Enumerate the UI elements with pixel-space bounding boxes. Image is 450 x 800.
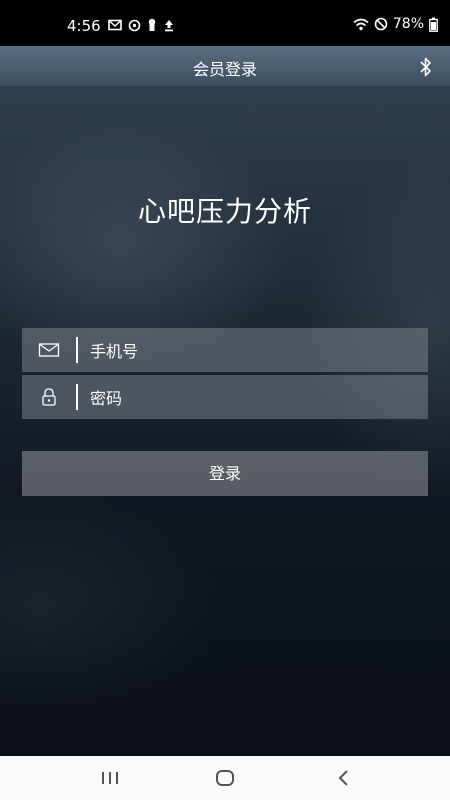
app-bar: 会员登录 (0, 46, 450, 86)
home-icon[interactable] (213, 768, 237, 788)
sync-icon (128, 19, 141, 31)
page-title: 会员登录 (192, 60, 257, 79)
mail-icon (38, 343, 60, 357)
phone-input[interactable] (88, 328, 422, 374)
recents-icon[interactable] (98, 768, 122, 788)
back-icon[interactable] (332, 768, 356, 788)
status-system-icons: 78% (353, 16, 438, 32)
lock-icon (42, 388, 56, 406)
field-divider (76, 384, 78, 410)
battery-icon (429, 17, 438, 32)
upload-icon (165, 19, 173, 31)
field-divider (76, 337, 78, 363)
mail-icon (108, 19, 122, 31)
status-notification-icons (108, 18, 175, 32)
password-input[interactable] (88, 375, 422, 421)
app-name-heading: 心吧压力分析 (137, 195, 312, 228)
wifi-icon (353, 18, 369, 30)
dnd-icon (374, 17, 388, 31)
status-bar: 4:56 78% (0, 0, 450, 46)
password-field[interactable] (22, 375, 428, 421)
keyhole-icon (148, 18, 156, 31)
system-nav-bar (0, 756, 450, 800)
phone-field[interactable] (22, 328, 428, 374)
login-button[interactable]: 登录 (22, 451, 428, 496)
bluetooth-icon[interactable] (416, 56, 436, 78)
login-screen: 心吧压力分析 登录 (0, 86, 450, 756)
status-time: 4:56 (67, 17, 101, 35)
battery-percent: 78% (392, 16, 424, 32)
